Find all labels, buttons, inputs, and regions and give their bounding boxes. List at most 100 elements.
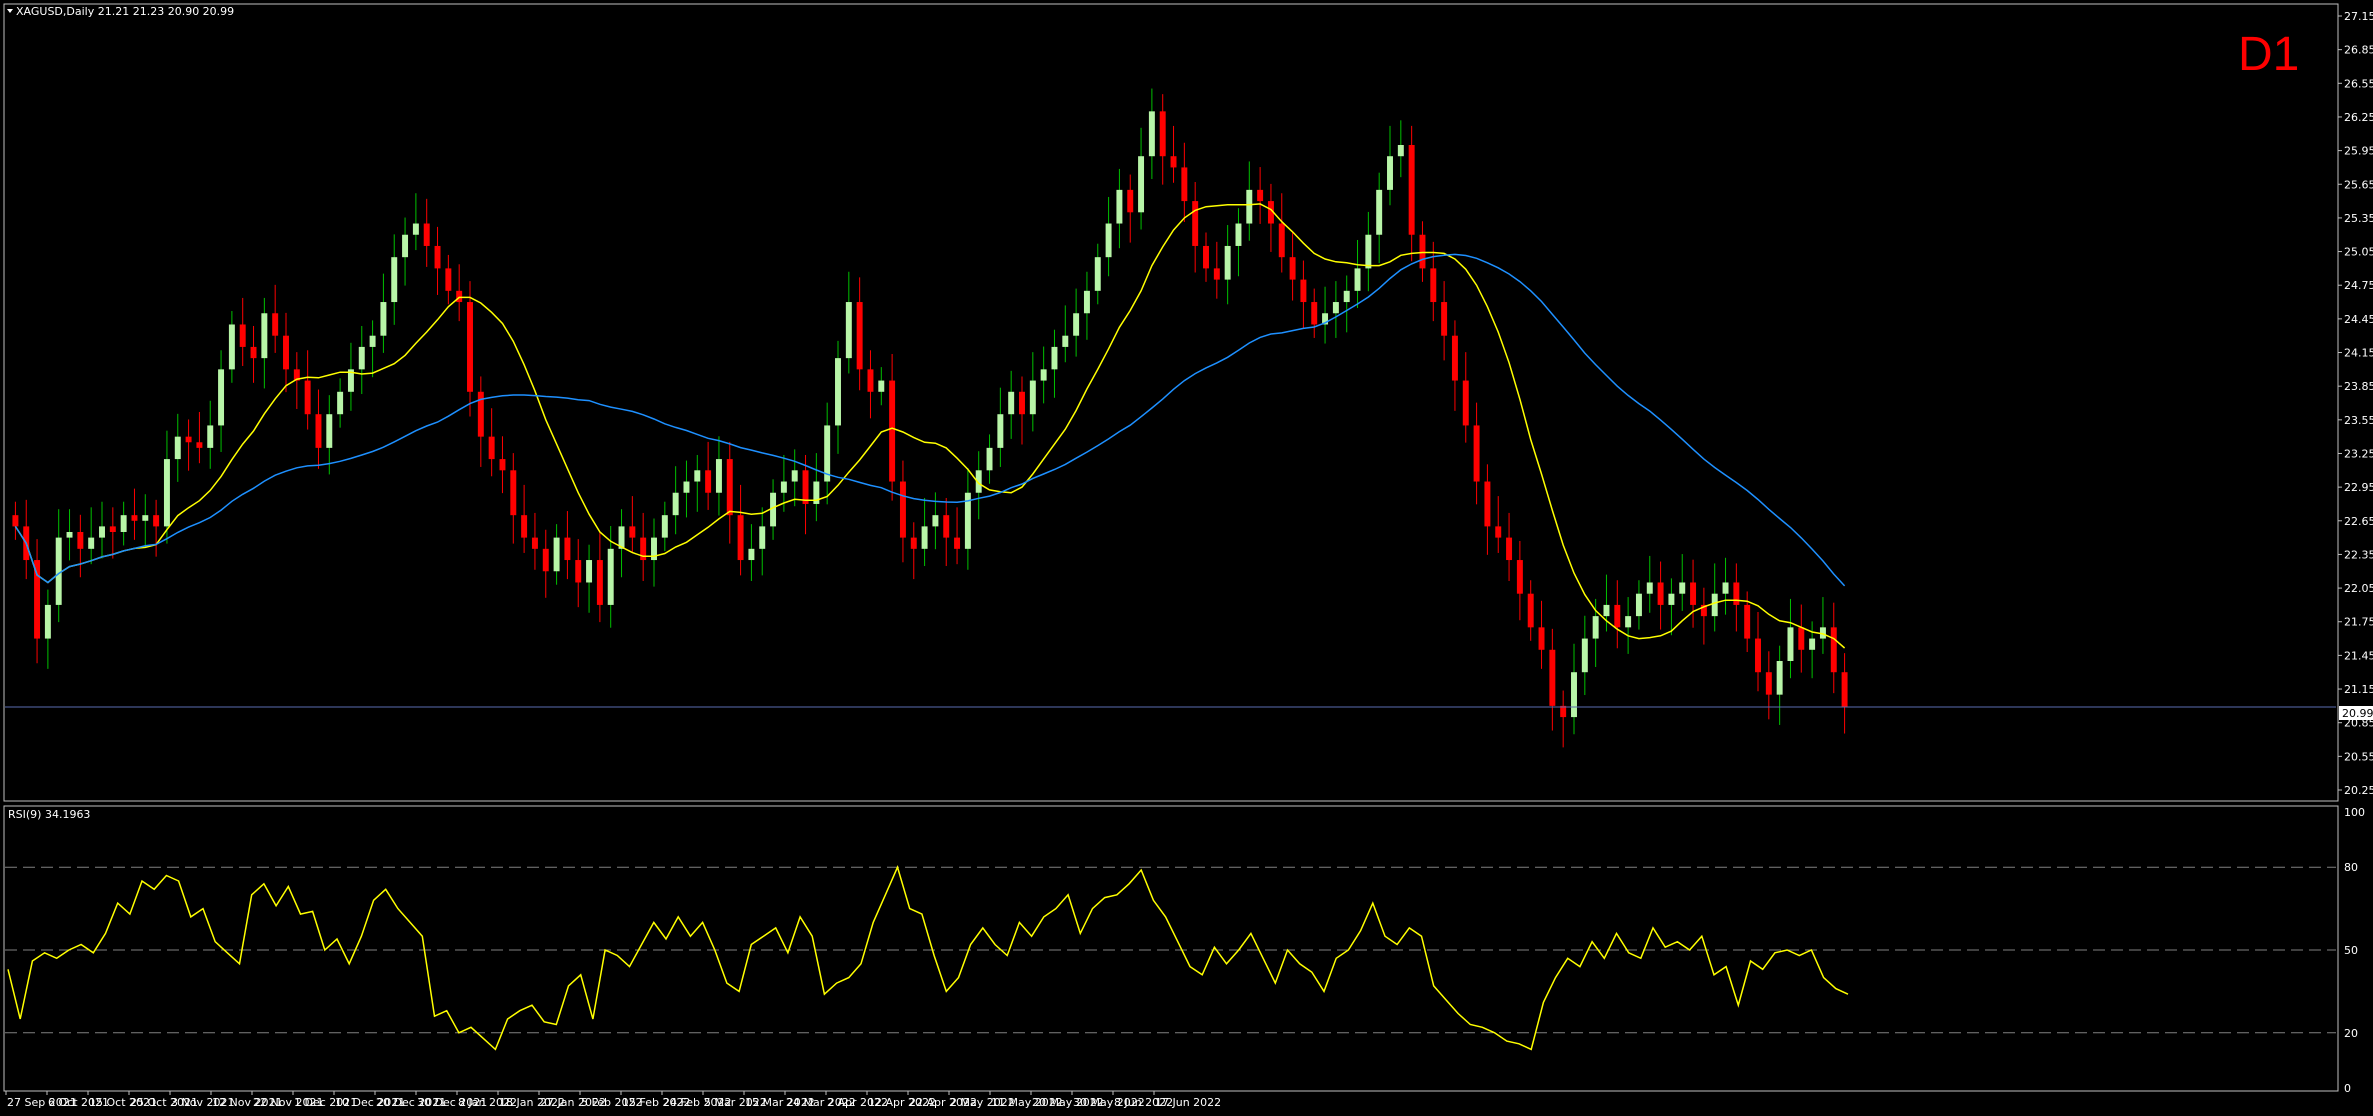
candle-body [1646, 582, 1653, 594]
candle-body [1430, 268, 1437, 303]
candle-body [1062, 335, 1069, 347]
candle-body [88, 537, 95, 549]
candle-body [34, 560, 41, 639]
candle-body [1408, 145, 1415, 235]
candle-body [218, 369, 225, 426]
candle-body [802, 470, 809, 504]
candle-body [272, 313, 279, 336]
candle-body [1614, 604, 1621, 628]
candle-body [629, 526, 636, 538]
price-tick-label: 23.25 [2344, 447, 2373, 460]
candle-body [1138, 156, 1145, 213]
candle-body [456, 290, 463, 303]
candle-body [531, 537, 538, 549]
candle-body [607, 548, 614, 605]
candle-body [1690, 582, 1697, 605]
candle-body [1224, 245, 1231, 280]
candle-body [423, 223, 430, 246]
candle-body [207, 425, 214, 448]
price-tick-label: 20.55 [2344, 750, 2373, 763]
price-tick-label: 25.05 [2344, 246, 2373, 259]
candle-body [499, 459, 506, 471]
candle-body [261, 313, 268, 359]
candle-body [943, 515, 950, 538]
candle-body [434, 245, 441, 269]
price-tick-label: 26.25 [2344, 111, 2373, 124]
x-tick-label: 17 Jun 2022 [1155, 1096, 1221, 1109]
candle-body [715, 459, 722, 493]
candle-body [932, 515, 939, 527]
candle-body [239, 324, 246, 347]
candle-body [109, 526, 116, 532]
candle-body [1376, 189, 1383, 235]
candle-body [586, 560, 593, 583]
rsi-tick-label: 20 [2344, 1027, 2358, 1040]
candle-body [1506, 537, 1513, 561]
candle-body [1603, 604, 1610, 617]
candle-body [1635, 593, 1642, 617]
price-tick-label: 25.95 [2344, 145, 2373, 158]
candle-body [99, 526, 105, 538]
rsi-header: RSI(9) 34.1963 [8, 808, 90, 821]
candle-body [1755, 638, 1761, 673]
candle-body [120, 515, 127, 532]
candle-body [1159, 111, 1166, 157]
candle-body [1051, 346, 1058, 370]
candle-body [228, 324, 235, 370]
candle-body [899, 481, 906, 538]
price-tick-label: 26.85 [2344, 44, 2373, 57]
candle-body [1787, 627, 1794, 661]
candle-body [737, 515, 744, 561]
candle-body [369, 335, 376, 347]
candle-body [402, 234, 409, 258]
timeframe-label: D1 [2238, 28, 2299, 81]
candle-body [1473, 425, 1480, 482]
candle-body [44, 604, 51, 639]
price-tick-label: 23.55 [2344, 414, 2373, 427]
price-tick-label: 22.65 [2344, 515, 2373, 528]
candle-body [1668, 593, 1675, 605]
candle-body [304, 380, 311, 415]
candle-body [910, 537, 917, 549]
candle-body [1581, 638, 1588, 673]
candle-body [1387, 156, 1393, 190]
candle-body [1083, 290, 1090, 314]
price-tick-label: 23.85 [2344, 380, 2373, 393]
candle-body [1744, 604, 1751, 639]
price-tick-label: 27.15 [2344, 10, 2373, 23]
price-tick-label: 21.45 [2344, 649, 2373, 662]
price-tick-label: 22.95 [2344, 481, 2373, 494]
candle-body [553, 537, 560, 572]
candle-body [1300, 279, 1307, 303]
candle-body [1246, 189, 1253, 224]
candle-body [1278, 223, 1285, 258]
rsi-tick-label: 0 [2344, 1082, 2351, 1095]
candle-body [1765, 672, 1772, 695]
price-tick-label: 21.75 [2344, 616, 2373, 629]
last-price-label: 20.99 [2342, 707, 2373, 720]
candle-body [1289, 257, 1296, 280]
candle-body [391, 257, 398, 303]
candle-body [748, 548, 755, 561]
price-tick-label: 24.15 [2344, 347, 2373, 360]
candle-body [759, 526, 766, 549]
candle-body [66, 532, 73, 538]
candle-body [564, 537, 571, 561]
price-tick-label: 21.15 [2344, 683, 2373, 696]
candle-body [1181, 167, 1188, 202]
candle-body [867, 369, 874, 392]
candle-body [1311, 302, 1318, 325]
candle-body [705, 470, 712, 493]
candle-body [780, 481, 787, 493]
price-tick-label: 26.55 [2344, 77, 2373, 90]
candle-body [1495, 526, 1502, 538]
candle-body [596, 560, 603, 605]
candle-body [380, 302, 387, 336]
candle-body [1094, 257, 1101, 291]
candle-body [1441, 302, 1448, 336]
candle-body [1711, 593, 1718, 617]
candle-body [1192, 201, 1199, 246]
candle-body [1397, 145, 1404, 157]
candle-body [510, 470, 517, 516]
candle-body [1679, 582, 1686, 594]
